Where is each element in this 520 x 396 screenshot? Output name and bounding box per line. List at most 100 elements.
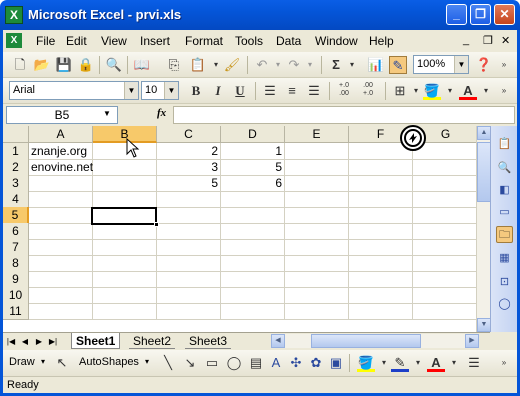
grid-cell[interactable] xyxy=(413,303,479,320)
row-header-7[interactable]: 7 xyxy=(3,239,29,256)
picture-icon[interactable]: ▣ xyxy=(327,354,345,372)
menu-file[interactable]: File xyxy=(36,34,55,48)
grid-cell[interactable] xyxy=(221,255,285,272)
row-header-2[interactable]: 2 xyxy=(3,159,29,176)
select-objects-icon[interactable]: ↖ xyxy=(53,354,71,372)
align-left-icon[interactable]: ☰ xyxy=(261,82,279,100)
align-right-icon[interactable]: ☰ xyxy=(305,82,323,100)
grid-cell[interactable] xyxy=(349,191,413,208)
clipart-pane-icon[interactable]: ◧ xyxy=(496,182,513,199)
font-size-select[interactable]: 10 ▼ xyxy=(141,81,179,100)
grid-cell[interactable] xyxy=(349,239,413,256)
italic-button[interactable]: I xyxy=(209,82,227,100)
redo-dropdown-icon[interactable]: ▾ xyxy=(301,56,319,74)
grid-cell[interactable] xyxy=(285,223,349,240)
grid-cell[interactable] xyxy=(221,271,285,288)
underline-button[interactable]: U xyxy=(231,82,249,100)
grid-cell[interactable] xyxy=(285,271,349,288)
font-color-dropdown-icon[interactable]: ▾ xyxy=(477,82,495,100)
row-header-11[interactable]: 11 xyxy=(3,303,29,320)
draw-dropdown-icon[interactable]: ▾ xyxy=(41,357,45,366)
menu-data[interactable]: Data xyxy=(276,34,301,48)
autoshapes-dropdown-icon[interactable]: ▾ xyxy=(145,357,149,366)
cell-a1[interactable]: znanje.org xyxy=(29,143,93,160)
menu-view[interactable]: View xyxy=(101,34,127,48)
row-header-6[interactable]: 6 xyxy=(3,223,29,240)
grid-cell[interactable] xyxy=(413,287,479,304)
grid-cell[interactable] xyxy=(221,239,285,256)
grid-cell[interactable] xyxy=(285,239,349,256)
close-button[interactable]: ✕ xyxy=(494,4,515,25)
increase-decimal-icon[interactable]: +.0 .00 xyxy=(335,82,353,100)
grid-cell[interactable] xyxy=(157,271,221,288)
grid-cell[interactable] xyxy=(413,255,479,272)
line-color-icon[interactable]: ✎ xyxy=(391,354,409,372)
grid-cell[interactable] xyxy=(413,175,479,192)
grid-cell[interactable] xyxy=(29,175,93,192)
permission-icon[interactable]: 🔒 xyxy=(77,56,95,74)
clipart-icon[interactable]: ✿ xyxy=(307,354,325,372)
column-header-d[interactable]: D xyxy=(221,126,285,143)
grid-cell[interactable] xyxy=(93,159,157,176)
column-header-b[interactable]: B xyxy=(93,126,157,143)
grid-cell[interactable] xyxy=(29,271,93,288)
grid-cell[interactable] xyxy=(349,159,413,176)
tab-sheet1[interactable]: Sheet1 xyxy=(71,333,121,349)
grid-cell[interactable] xyxy=(349,255,413,272)
cell-d2[interactable]: 5 xyxy=(221,159,285,176)
grid-cell[interactable] xyxy=(221,207,285,224)
doc-close-button[interactable]: ✕ xyxy=(501,34,510,47)
grid-cell[interactable] xyxy=(93,223,157,240)
grid-cell[interactable] xyxy=(157,239,221,256)
row-header-8[interactable]: 8 xyxy=(3,255,29,272)
column-header-c[interactable]: C xyxy=(157,126,221,143)
grid-cell[interactable] xyxy=(93,271,157,288)
grid-cell[interactable] xyxy=(29,191,93,208)
grid-cell[interactable] xyxy=(413,191,479,208)
format-painter-icon[interactable]: 🖌 xyxy=(223,56,241,74)
grid-cell[interactable] xyxy=(93,287,157,304)
search-pane-icon[interactable]: 🔍 xyxy=(496,160,513,177)
save-icon[interactable]: 💾 xyxy=(55,56,73,74)
font-select[interactable]: Arial ▼ xyxy=(9,81,139,100)
scroll-thumb[interactable] xyxy=(477,142,491,202)
grid-cell[interactable] xyxy=(413,159,479,176)
open-icon[interactable]: 📂 xyxy=(33,56,51,74)
cell-a2[interactable]: enovine.net xyxy=(29,159,93,176)
research-icon[interactable]: 📖 xyxy=(133,56,151,74)
column-header-e[interactable]: E xyxy=(285,126,349,143)
grid-cell[interactable] xyxy=(349,303,413,320)
shared-workspace-icon[interactable]: ⊡ xyxy=(496,274,513,291)
grid-cell[interactable] xyxy=(29,207,93,224)
research-pane-icon[interactable]: ▭ xyxy=(496,204,513,221)
font-color-icon[interactable]: A xyxy=(459,82,477,100)
vertical-scrollbar[interactable]: ▲ ▼ xyxy=(476,126,491,332)
grid-cell[interactable] xyxy=(93,191,157,208)
grid-cell[interactable] xyxy=(157,303,221,320)
grid-cell[interactable] xyxy=(285,207,349,224)
doc-minimize-button[interactable]: _ xyxy=(463,34,469,46)
new-icon[interactable]: 🗋 xyxy=(11,56,29,74)
select-all-corner[interactable] xyxy=(3,126,29,143)
grid-cell[interactable] xyxy=(93,255,157,272)
fill-color-icon[interactable]: 🪣 xyxy=(423,82,441,100)
font-dropdown-icon[interactable]: ▼ xyxy=(124,82,138,99)
grid-cell[interactable] xyxy=(285,303,349,320)
menu-help[interactable]: Help xyxy=(369,34,394,48)
grid-cell[interactable] xyxy=(157,255,221,272)
grid-cell[interactable] xyxy=(93,143,157,160)
formula-input[interactable] xyxy=(173,106,515,124)
line-color-dropdown-icon[interactable]: ▾ xyxy=(409,354,427,372)
cell-d3[interactable]: 6 xyxy=(221,175,285,192)
rectangle-icon[interactable]: ▭ xyxy=(203,354,221,372)
maximize-button[interactable]: ❐ xyxy=(470,4,491,25)
grid-cell[interactable] xyxy=(221,191,285,208)
grid-cell[interactable] xyxy=(413,271,479,288)
column-header-a[interactable]: A xyxy=(29,126,93,143)
clipboard-pane-icon[interactable]: 📋 xyxy=(496,136,513,153)
grid-cell[interactable] xyxy=(221,303,285,320)
grid-cell[interactable] xyxy=(157,207,221,224)
help-icon[interactable]: ❓ xyxy=(475,56,493,74)
grid-cell[interactable] xyxy=(285,255,349,272)
grid-cell[interactable] xyxy=(349,223,413,240)
